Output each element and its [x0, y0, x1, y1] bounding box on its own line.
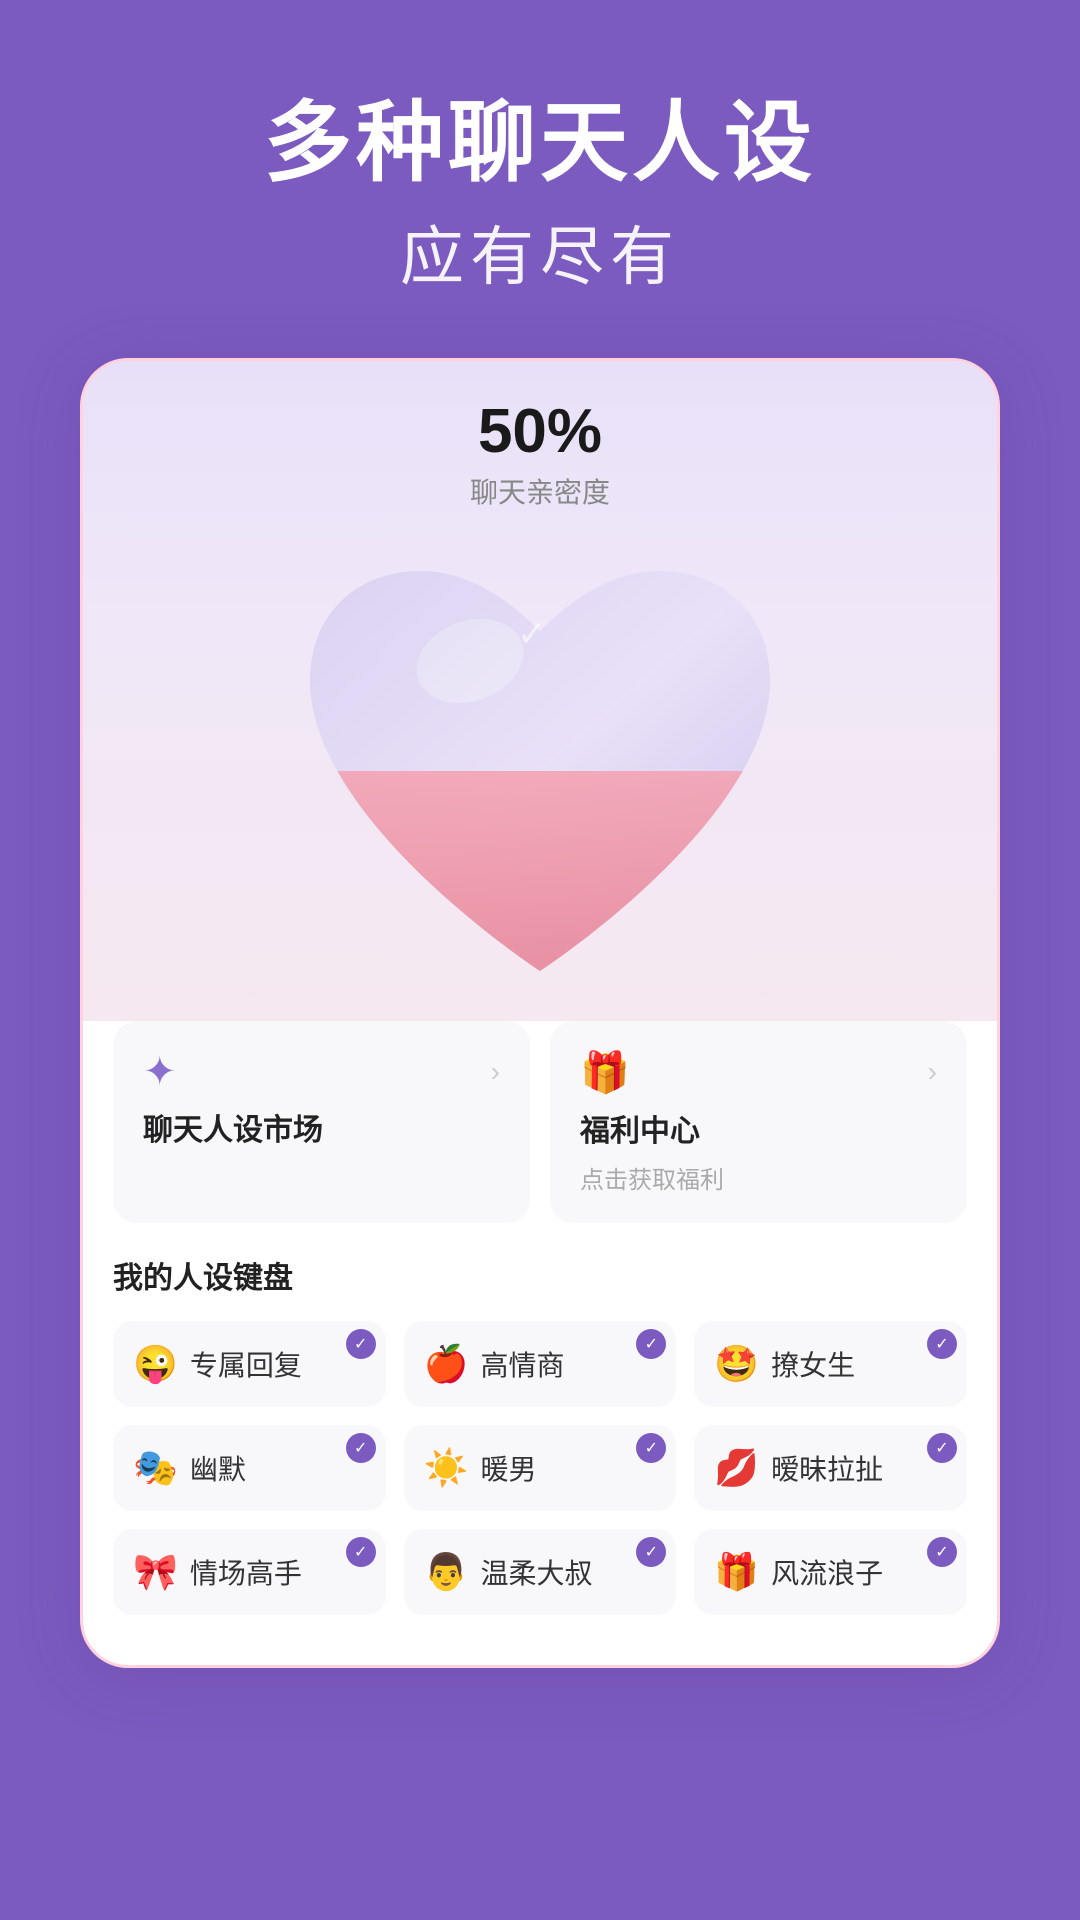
chevron-right-icon-2: › [928, 1056, 937, 1088]
menu-item-market[interactable]: ✦ › 聊天人设市场 [113, 1021, 530, 1223]
keyboard-emoji-warm-man: ☀️ [424, 1447, 469, 1489]
svg-text:✓: ✓ [517, 613, 547, 654]
heart-wrapper: ✓ [280, 531, 800, 1011]
keyboard-item-gentle-uncle[interactable]: 👨 温柔大叔 ✓ [404, 1529, 677, 1615]
keyboard-label-coax-girl: 撩女生 [771, 1344, 855, 1384]
heart-percent: 50% [478, 401, 602, 463]
gift-icon: 🎁 [580, 1049, 630, 1096]
keyboard-item-high-eq[interactable]: 🍎 高情商 ✓ [404, 1321, 677, 1407]
title-line2: 应有尽有 [264, 206, 816, 298]
keyboard-label-playboy: 风流浪子 [771, 1552, 883, 1592]
keyboard-title: 我的人设键盘 [113, 1253, 967, 1297]
title-line1: 多种聊天人设 [264, 90, 816, 196]
keyboard-grid: 😜 专属回复 ✓ 🍎 高情商 ✓ 🤩 撩女生 ✓ 🎭 幽默 ✓ ☀️ 暖男 ✓ 💋 暧昧拉扯 ✓ 🎀 情场高手 ✓ 👨 温柔… [113, 1321, 967, 1615]
menu-row: ✦ › 聊天人设市场 🎁 › 福利中心 点击获取福利 [113, 1021, 967, 1223]
keyboard-label-warm-man: 暖男 [480, 1448, 536, 1488]
check-badge-romance-master: ✓ [346, 1537, 376, 1567]
menu-welfare-sublabel: 点击获取福利 [580, 1160, 937, 1195]
keyboard-emoji-humor: 🎭 [133, 1447, 178, 1489]
keyboard-emoji-romance-master: 🎀 [133, 1551, 178, 1593]
check-badge-warm-man: ✓ [636, 1433, 666, 1463]
keyboard-emoji-exclusive-reply: 😜 [133, 1343, 178, 1385]
heart-icon: ✓ [280, 531, 800, 1011]
heart-section: 50% 聊天亲密度 [83, 361, 997, 1021]
keyboard-label-humor: 幽默 [190, 1448, 246, 1488]
keyboard-label-high-eq: 高情商 [480, 1344, 564, 1384]
keyboard-item-warm-man[interactable]: ☀️ 暖男 ✓ [404, 1425, 677, 1511]
menu-market-label: 聊天人设市场 [143, 1105, 500, 1149]
header: 多种聊天人设 应有尽有 [264, 90, 816, 298]
keyboard-emoji-ambiguous: 💋 [714, 1447, 759, 1489]
menu-welfare-label: 福利中心 [580, 1106, 937, 1150]
keyboard-item-exclusive-reply[interactable]: 😜 专属回复 ✓ [113, 1321, 386, 1407]
keyboard-label-gentle-uncle: 温柔大叔 [480, 1552, 592, 1592]
chevron-right-icon: › [491, 1056, 500, 1088]
star-icon: ✦ [143, 1049, 177, 1095]
keyboard-item-coax-girl[interactable]: 🤩 撩女生 ✓ [694, 1321, 967, 1407]
check-badge-gentle-uncle: ✓ [636, 1537, 666, 1567]
keyboard-label-ambiguous: 暧昧拉扯 [771, 1448, 883, 1488]
keyboard-emoji-gentle-uncle: 👨 [424, 1551, 469, 1593]
menu-item-welfare[interactable]: 🎁 › 福利中心 点击获取福利 [550, 1021, 967, 1223]
keyboard-section: 我的人设键盘 😜 专属回复 ✓ 🍎 高情商 ✓ 🤩 撩女生 ✓ 🎭 幽默 ✓ ☀️ 暖男 ✓ 💋 暧昧拉扯 ✓ 🎀 情… [83, 1223, 997, 1625]
keyboard-label-exclusive-reply: 专属回复 [190, 1344, 302, 1384]
keyboard-item-playboy[interactable]: 🎁 风流浪子 ✓ [694, 1529, 967, 1615]
check-badge-high-eq: ✓ [636, 1329, 666, 1359]
check-badge-playboy: ✓ [927, 1537, 957, 1567]
keyboard-label-romance-master: 情场高手 [190, 1552, 302, 1592]
check-badge-exclusive-reply: ✓ [346, 1329, 376, 1359]
main-card: 50% 聊天亲密度 [80, 358, 1000, 1668]
check-badge-humor: ✓ [346, 1433, 376, 1463]
check-badge-coax-girl: ✓ [927, 1329, 957, 1359]
keyboard-emoji-high-eq: 🍎 [424, 1343, 469, 1385]
keyboard-item-humor[interactable]: 🎭 幽默 ✓ [113, 1425, 386, 1511]
keyboard-item-romance-master[interactable]: 🎀 情场高手 ✓ [113, 1529, 386, 1615]
keyboard-emoji-playboy: 🎁 [714, 1551, 759, 1593]
check-badge-ambiguous: ✓ [927, 1433, 957, 1463]
heart-label: 聊天亲密度 [470, 471, 610, 511]
keyboard-emoji-coax-girl: 🤩 [714, 1343, 759, 1385]
keyboard-item-ambiguous[interactable]: 💋 暧昧拉扯 ✓ [694, 1425, 967, 1511]
